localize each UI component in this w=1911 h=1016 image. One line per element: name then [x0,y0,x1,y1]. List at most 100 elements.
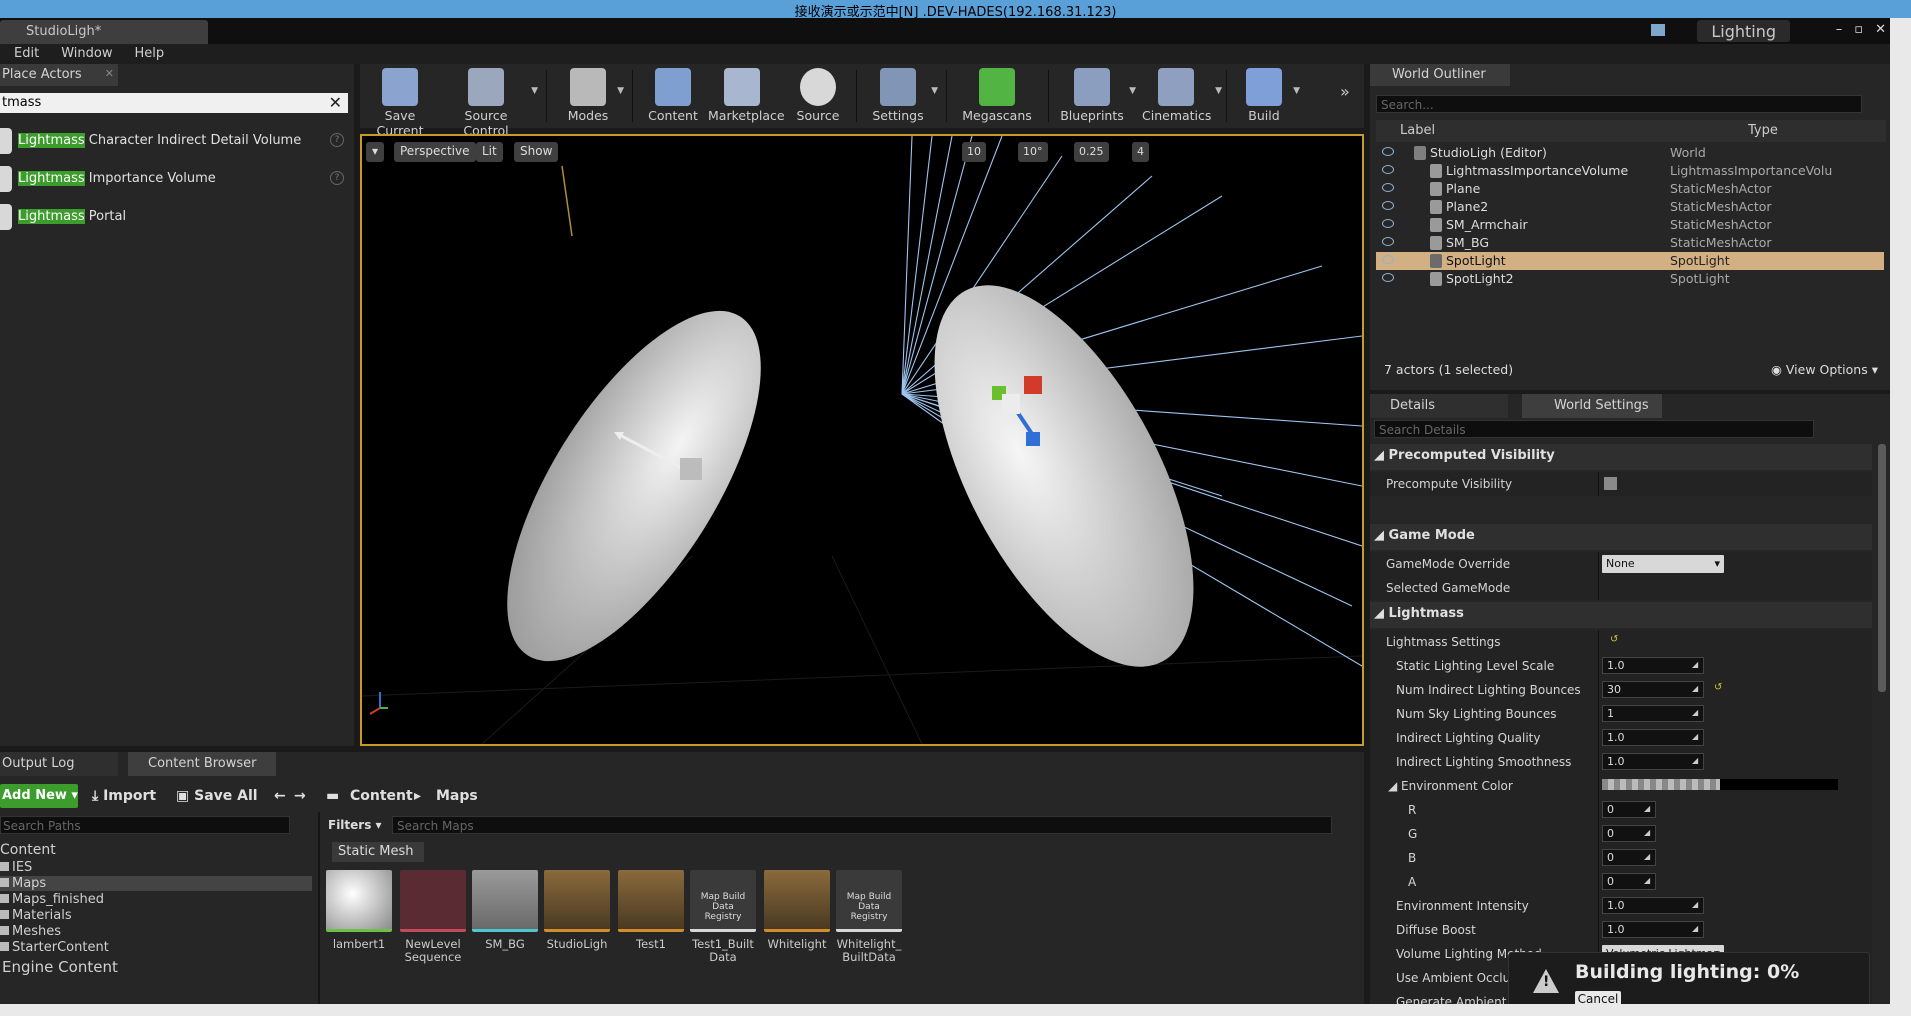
outliner-row[interactable]: Plane StaticMeshActor [1376,180,1884,198]
tree-root-content[interactable]: Content [0,842,56,858]
details-search-input[interactable]: Search Details [1374,420,1814,438]
view-options-button[interactable]: ◉ View Options ▾ [1771,362,1878,377]
chevron-down-icon[interactable]: ▼ [1215,86,1222,96]
scale-snap-value[interactable]: 0.25 [1074,142,1109,162]
reset-to-default-icon[interactable]: ↺ [1610,634,1618,645]
visibility-eye-icon[interactable] [1382,183,1394,192]
panel-splitter[interactable] [318,812,320,1016]
spin-arrow-icon[interactable]: ◢ [1692,708,1700,718]
chevron-down-icon[interactable]: ▼ [531,86,538,96]
level-document-tab[interactable]: StudioLigh* [0,20,208,44]
outliner-row-selected[interactable]: SpotLight SpotLight [1376,252,1884,270]
category-lightmass[interactable]: ◢ Lightmass [1370,602,1872,628]
close-button[interactable]: ✕ [1875,22,1886,37]
prop-selected-gamemode[interactable]: Selected GameMode [1370,576,1872,600]
tree-item-meshes[interactable]: Meshes [0,924,61,939]
actor-item-lightmass-importance-volume[interactable]: Lightmass Importance Volume ? [0,162,354,196]
filters-button[interactable]: Filters ▾ [324,816,386,836]
camera-speed-value[interactable]: 4 [1132,142,1149,162]
tree-item-maps-finished[interactable]: Maps_finished [0,892,104,907]
help-icon[interactable]: ? [330,133,344,147]
category-precomputed-visibility[interactable]: ◢ Precomputed Visibility [1370,444,1872,470]
viewport-options-button[interactable]: ▾ [366,142,385,162]
chevron-down-icon[interactable]: ▼ [1293,86,1300,96]
visibility-eye-icon[interactable] [1382,255,1394,264]
visibility-eye-icon[interactable] [1382,237,1394,246]
content-button[interactable]: Content [648,64,698,128]
color-g-input[interactable]: 0 ◢ [1602,825,1656,842]
outliner-row[interactable]: Plane2 StaticMeshActor [1376,198,1884,216]
minimize-button[interactable]: – [1836,22,1843,37]
diffuse-boost-input[interactable]: 1.0 ◢ [1602,921,1704,938]
static-lighting-level-scale-input[interactable]: 1.0 ◢ [1602,657,1704,674]
blueprints-button[interactable]: Blueprints ▼ [1060,64,1136,128]
add-new-button[interactable]: Add New ▾ [0,784,78,808]
breadcrumb-maps[interactable]: Maps [436,788,478,804]
visibility-eye-icon[interactable] [1382,219,1394,228]
spotlight-icon[interactable] [680,458,702,480]
level-viewport[interactable]: ▾ Perspective Lit Show 10 10° 0.25 4 [360,134,1364,746]
asset-type-filter-tag[interactable]: Static Mesh [332,842,424,862]
tree-item-maps[interactable]: Maps [0,876,312,891]
show-button[interactable]: Show [514,142,559,162]
num-indirect-lighting-bounces-input[interactable]: 30 ◢ [1602,681,1704,698]
reflector-disc-left[interactable] [458,273,809,699]
settings-button[interactable]: Settings ▼ [870,64,938,128]
tab-content-browser[interactable]: Content Browser [128,752,276,776]
spin-arrow-icon[interactable]: ◢ [1644,804,1652,814]
menu-window[interactable]: Window [61,44,112,64]
back-arrow-icon[interactable]: ← [274,788,286,804]
outliner-row[interactable]: SpotLight2 SpotLight [1376,270,1884,288]
chevron-down-icon[interactable]: ▼ [617,86,624,96]
outliner-search-input[interactable]: Search... [1376,95,1862,113]
spin-arrow-icon[interactable]: ◢ [1692,756,1700,766]
place-actors-tab[interactable]: Place Actors ✕ [0,64,118,86]
details-scrollbar[interactable] [1878,444,1886,692]
vertical-scrollbar[interactable] [1890,18,1911,1016]
prop-lightmass-settings[interactable]: Lightmass Settings ↺ [1370,630,1872,654]
visibility-eye-icon[interactable] [1382,147,1394,156]
cinematics-button[interactable]: Cinematics ▼ [1142,64,1222,128]
category-game-mode[interactable]: ◢ Game Mode [1370,524,1872,550]
menu-help[interactable]: Help [134,44,164,64]
place-actors-search-input[interactable]: tmass ✕ [0,93,348,113]
world-outliner-tab[interactable]: World Outliner [1370,64,1510,86]
asset-tile[interactable]: StudioLigh [544,870,610,970]
rotation-snap-value[interactable]: 10° [1018,142,1048,162]
chevron-down-icon[interactable]: ▼ [1129,86,1136,96]
megascans-button[interactable]: Megascans [960,64,1034,128]
marketplace-button[interactable]: Marketplace [708,64,785,128]
tab-world-settings[interactable]: World Settings [1522,394,1662,418]
gamemode-override-select[interactable]: None ▾ [1602,555,1724,573]
source-button[interactable]: Source [792,64,844,128]
outliner-row[interactable]: SM_BG StaticMeshActor [1376,234,1884,252]
tab-output-log[interactable]: Output Log [0,752,118,776]
close-icon[interactable]: ✕ [105,67,114,80]
spin-arrow-icon[interactable]: ◢ [1692,732,1700,742]
chevron-down-icon[interactable]: ▼ [931,86,938,96]
color-b-input[interactable]: 0 ◢ [1602,849,1656,866]
help-icon[interactable]: ? [330,171,344,185]
save-current-button[interactable]: Save Current [366,64,434,138]
outliner-row[interactable]: LightmassImportanceVolume LightmassImpor… [1376,162,1884,180]
asset-tile[interactable]: Whitelight [764,870,830,970]
grid-snap-value[interactable]: 10 [962,142,986,162]
outliner-row[interactable]: SM_Armchair StaticMeshActor [1376,216,1884,234]
maximize-button[interactable]: ▫ [1854,22,1863,37]
column-type[interactable]: Type [1748,123,1778,138]
tab-details[interactable]: Details [1370,394,1508,418]
import-button[interactable]: ⤓ Import [92,788,156,804]
perspective-button[interactable]: Perspective [394,142,476,162]
actor-item-lightmass-portal[interactable]: Lightmass Portal [0,200,354,234]
asset-tile[interactable]: lambert1 [326,870,392,970]
lit-button[interactable]: Lit [476,142,503,162]
outliner-row[interactable]: StudioLigh (Editor) World [1376,144,1884,162]
precompute-visibility-checkbox[interactable] [1604,477,1617,490]
visibility-eye-icon[interactable] [1382,273,1394,282]
search-maps-input[interactable]: Search Maps [392,816,1332,834]
spin-arrow-icon[interactable]: ◢ [1644,876,1652,886]
forward-arrow-icon[interactable]: → [294,788,306,804]
spin-arrow-icon[interactable]: ◢ [1692,900,1700,910]
spin-arrow-icon[interactable]: ◢ [1644,852,1652,862]
modes-button[interactable]: Modes ▼ [564,64,624,128]
